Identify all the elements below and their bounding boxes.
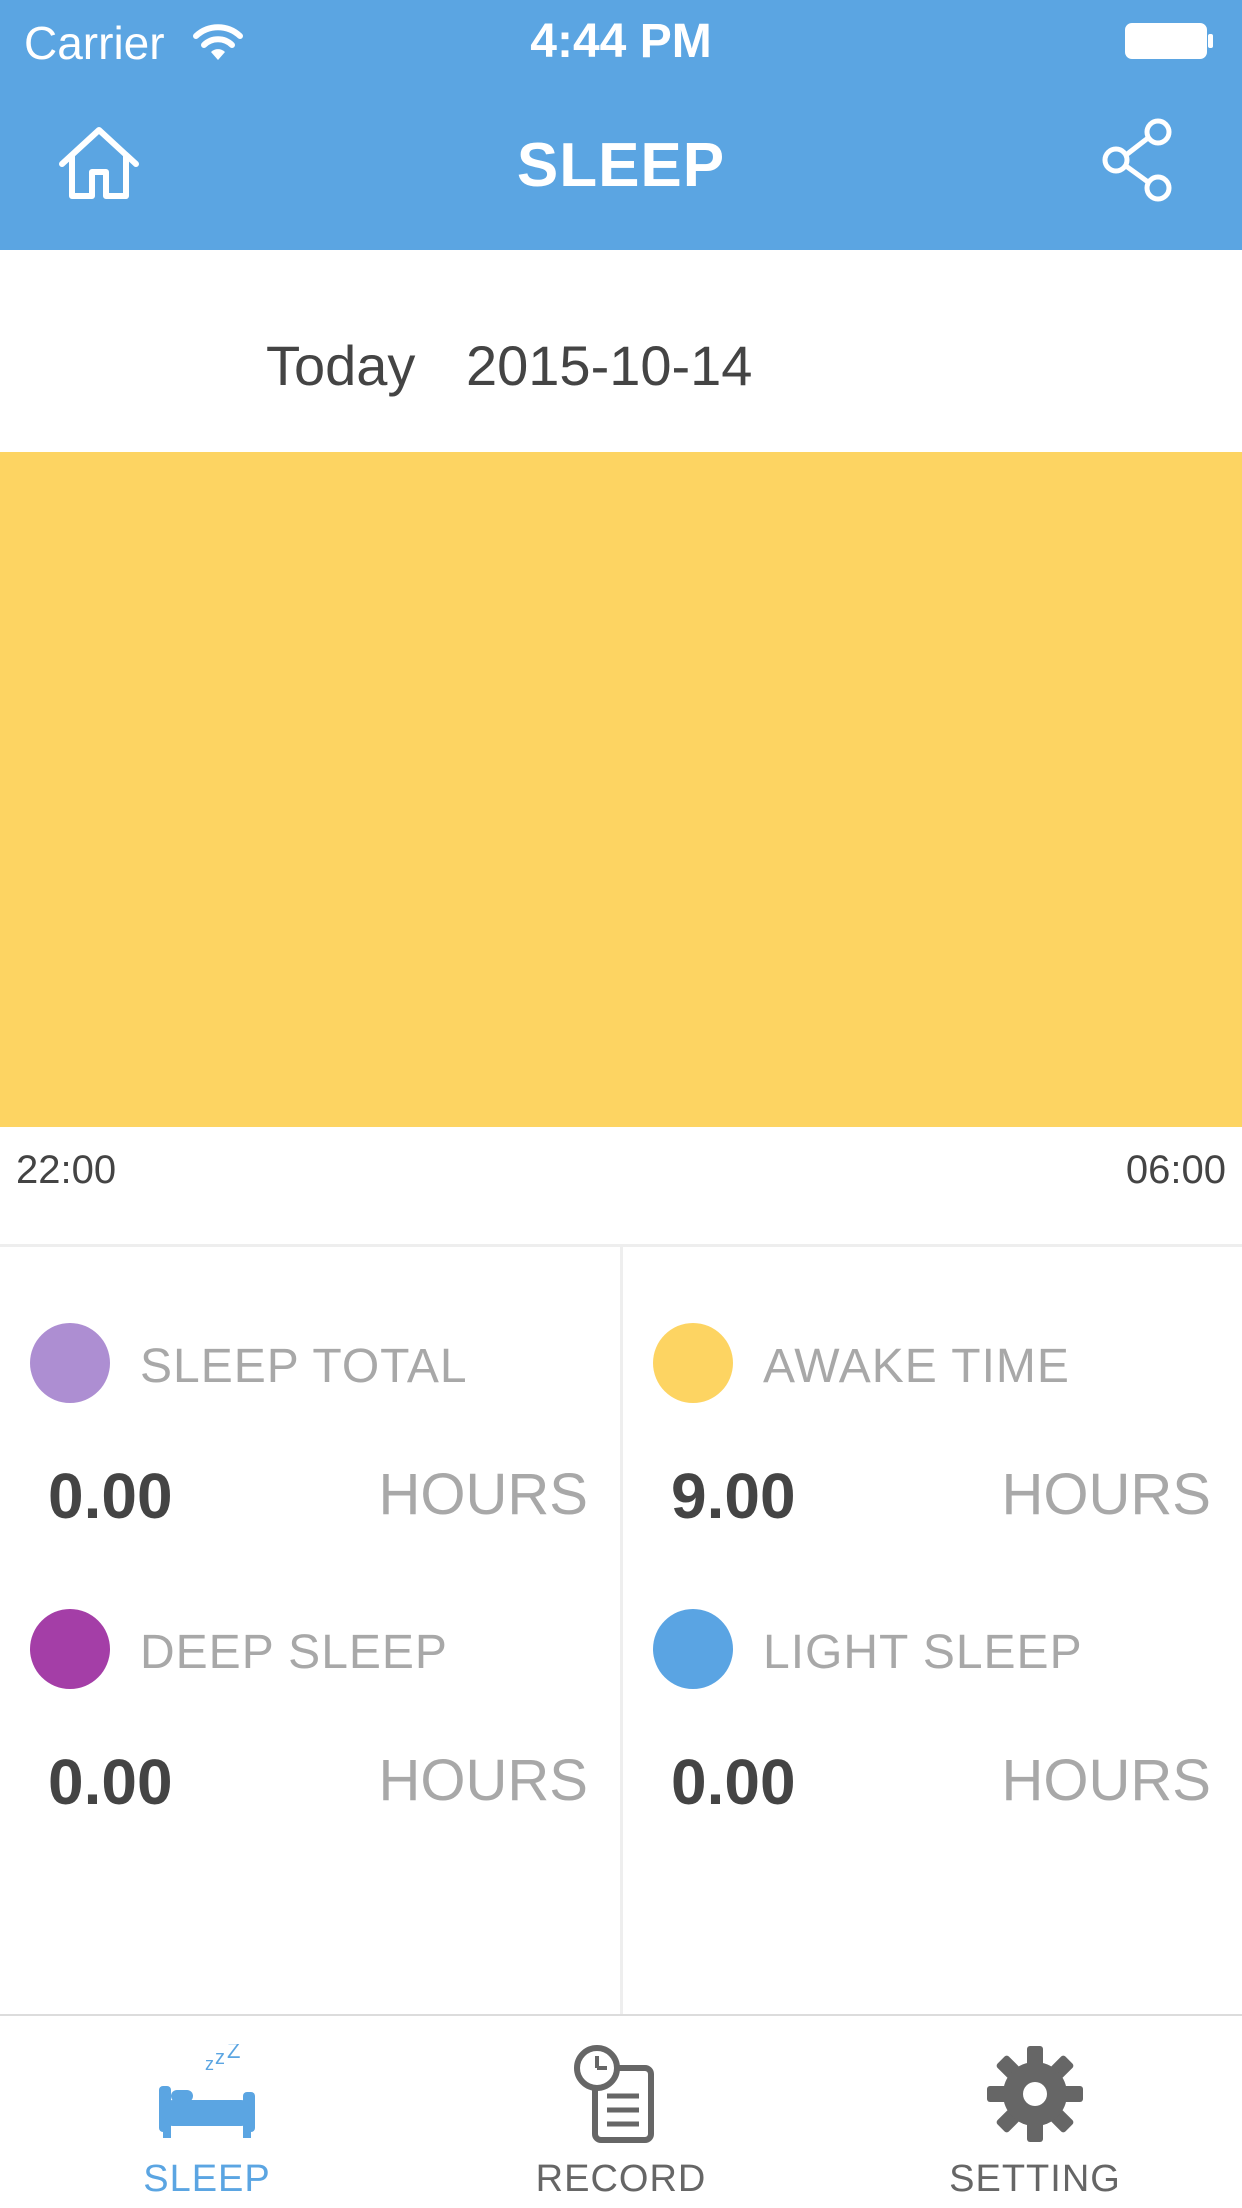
chart-segment-0 <box>0 452 1242 1127</box>
light-sleep-dot <box>653 1609 733 1689</box>
share-icon[interactable] <box>1100 118 1180 202</box>
stat-label: DEEP SLEEP <box>140 1626 448 1679</box>
tab-label: SLEEP <box>143 2158 271 2200</box>
stat-unit: HOURS <box>1001 1462 1211 1527</box>
awake-time-dot <box>653 1323 733 1403</box>
stat-value: 0.00 <box>671 1746 796 1818</box>
battery-icon <box>1125 23 1213 59</box>
tab-sleep[interactable]: z z Z SLEEP <box>0 2016 414 2208</box>
header-bar: Carrier 4:44 PM SLEEP <box>0 0 1242 250</box>
record-clipboard-icon <box>574 2045 654 2143</box>
sleep-total-dot <box>30 1323 110 1403</box>
tab-label: RECORD <box>535 2158 707 2200</box>
deep-sleep-dot <box>30 1609 110 1689</box>
stat-label: AWAKE TIME <box>763 1340 1070 1393</box>
stat-label: LIGHT SLEEP <box>763 1626 1083 1679</box>
tab-setting[interactable]: SETTING <box>828 2016 1242 2208</box>
stat-light-sleep: LIGHT SLEEP 0.00 HOURS <box>623 1533 1242 1818</box>
tab-label: SETTING <box>949 2158 1121 2200</box>
stat-sleep-total: SLEEP TOTAL 0.00 HOURS <box>0 1247 620 1532</box>
stat-deep-sleep: DEEP SLEEP 0.00 HOURS <box>0 1533 620 1818</box>
date-label: Today <box>266 334 416 397</box>
stat-unit: HOURS <box>1001 1748 1211 1813</box>
stat-unit: HOURS <box>378 1462 588 1527</box>
svg-text:Z: Z <box>227 2044 240 2063</box>
sleep-chart <box>0 452 1242 1127</box>
svg-text:z: z <box>205 2054 214 2074</box>
tab-record[interactable]: RECORD <box>414 2016 828 2208</box>
bed-icon: z z Z <box>159 2044 255 2138</box>
stat-value: 0.00 <box>48 1460 173 1532</box>
stat-value: 9.00 <box>671 1460 796 1532</box>
chart-end-time: 06:00 <box>1125 1148 1226 1192</box>
svg-text:z: z <box>215 2047 225 2069</box>
stat-label: SLEEP TOTAL <box>140 1340 468 1393</box>
stat-awake-time: AWAKE TIME 9.00 HOURS <box>623 1247 1242 1532</box>
chart-start-time: 22:00 <box>16 1148 117 1192</box>
gear-icon <box>987 2046 1083 2142</box>
stat-unit: HOURS <box>378 1748 588 1813</box>
sleep-screen: Carrier 4:44 PM SLEEP Today 2015-10-14 2… <box>0 0 1242 2208</box>
tab-bar: z z Z SLEEP RECORD SETTING <box>0 2014 1242 2208</box>
status-time: 4:44 PM <box>530 15 712 68</box>
page-title: SLEEP <box>516 131 726 200</box>
stat-value: 0.00 <box>48 1746 173 1818</box>
date-value: 2015-10-14 <box>466 334 753 397</box>
